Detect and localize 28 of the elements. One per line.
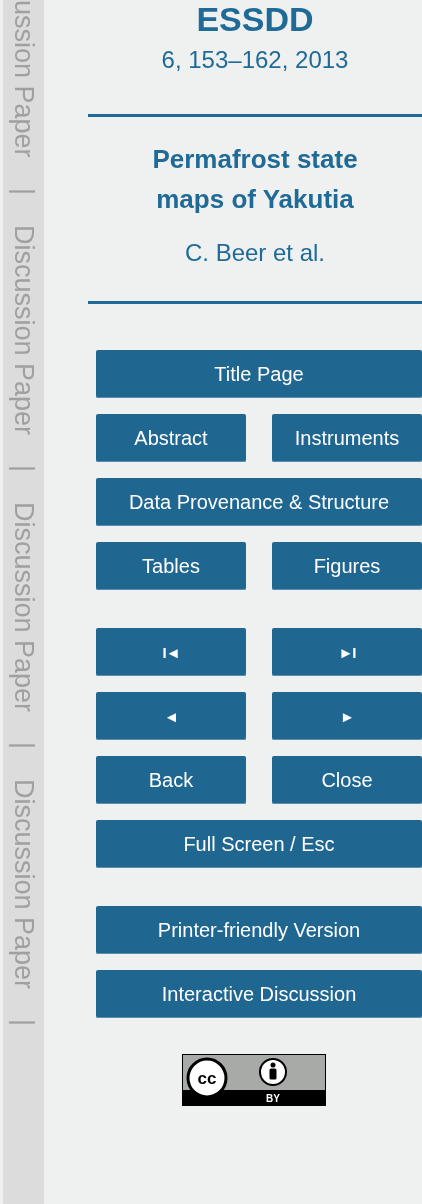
margin-label: | bbox=[10, 1018, 37, 1026]
menu-button[interactable]: Figures bbox=[272, 542, 422, 590]
menu-button[interactable]: Close bbox=[272, 756, 422, 804]
menu-button[interactable]: Back bbox=[96, 756, 246, 804]
margin-label: Discussion Paper bbox=[10, 778, 37, 989]
menu-button[interactable]: Interactive Discussion bbox=[96, 970, 422, 1018]
nav-button[interactable]: I◄ bbox=[96, 628, 246, 676]
journal-name: ESSDD bbox=[196, 0, 314, 38]
paper-title: Permafrost state maps of Yakutia bbox=[151, 143, 359, 216]
menu-button[interactable]: Printer-friendly Version bbox=[96, 906, 422, 954]
margin-label: ussion Paper bbox=[10, 0, 37, 158]
margin-label: | bbox=[10, 741, 37, 749]
authors: C. Beer et al. bbox=[184, 239, 326, 267]
license-badge: cc BY bbox=[182, 1054, 326, 1106]
margin-label: | bbox=[10, 464, 37, 472]
menu-button[interactable]: Title Page bbox=[96, 350, 422, 398]
menu-button[interactable]: Data Provenance & Structure bbox=[96, 478, 422, 526]
menu-button[interactable]: Abstract bbox=[96, 414, 246, 462]
nav-button[interactable]: ► bbox=[272, 692, 422, 740]
nav-button[interactable]: ◄ bbox=[96, 692, 246, 740]
menu-button[interactable]: Instruments bbox=[272, 414, 422, 462]
margin-label: Discussion Paper bbox=[10, 501, 37, 712]
margin-label: Discussion Paper bbox=[10, 224, 37, 435]
menu-button[interactable]: Tables bbox=[96, 542, 246, 590]
nav-button[interactable]: ►I bbox=[272, 628, 422, 676]
margin-label: | bbox=[10, 187, 37, 195]
menu-button[interactable]: Full Screen / Esc bbox=[96, 820, 422, 868]
citation: 6, 153–162, 2013 bbox=[161, 46, 349, 74]
